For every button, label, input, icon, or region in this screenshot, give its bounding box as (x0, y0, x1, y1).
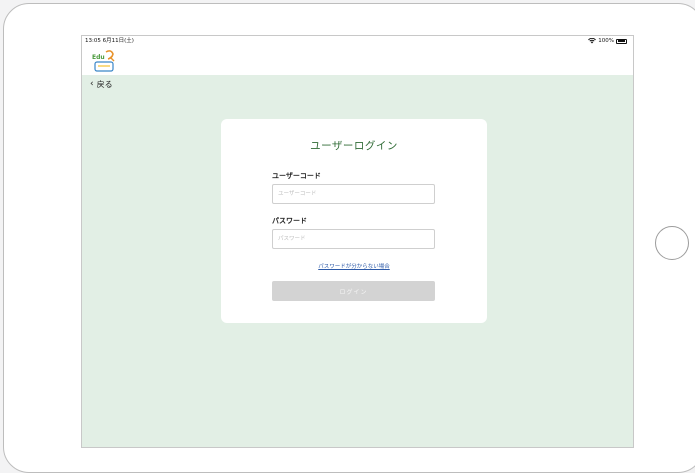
back-button[interactable]: ‹ 戻る (90, 79, 113, 90)
home-button[interactable] (655, 226, 689, 260)
battery-icon (616, 38, 627, 44)
main-content: ‹ 戻る ユーザーログイン ユーザーコード パスワード パスワードが分からない場… (82, 75, 633, 447)
wifi-icon (588, 38, 597, 44)
password-label: パスワード (272, 217, 307, 225)
app-header: Edu (82, 46, 633, 75)
user-code-label: ユーザーコード (272, 172, 321, 180)
back-label: 戻る (96, 80, 113, 89)
status-indicators: 100% (588, 36, 627, 46)
eduq-logo-icon: Edu (92, 50, 115, 72)
login-title: ユーザーログイン (310, 140, 398, 152)
ipad-frame: 13:05 6月11日(土) 100% Edu ‹ 戻る ユーザーログイン ユー… (3, 3, 695, 473)
screen: 13:05 6月11日(土) 100% Edu ‹ 戻る ユーザーログイン ユー… (81, 35, 634, 448)
forgot-password-link[interactable]: パスワードが分からない場合 (221, 262, 487, 270)
status-bar: 13:05 6月11日(土) 100% (82, 36, 633, 46)
battery-percent: 100% (598, 38, 614, 44)
logo-text: Edu (92, 54, 105, 61)
password-input[interactable] (272, 229, 435, 249)
chevron-left-icon: ‹ (90, 79, 94, 89)
status-time-date: 13:05 6月11日(土) (85, 38, 134, 44)
login-card: ユーザーログイン ユーザーコード パスワード パスワードが分からない場合 ログイ… (221, 119, 487, 323)
user-code-input[interactable] (272, 184, 435, 204)
login-button[interactable]: ログイン (272, 281, 435, 301)
